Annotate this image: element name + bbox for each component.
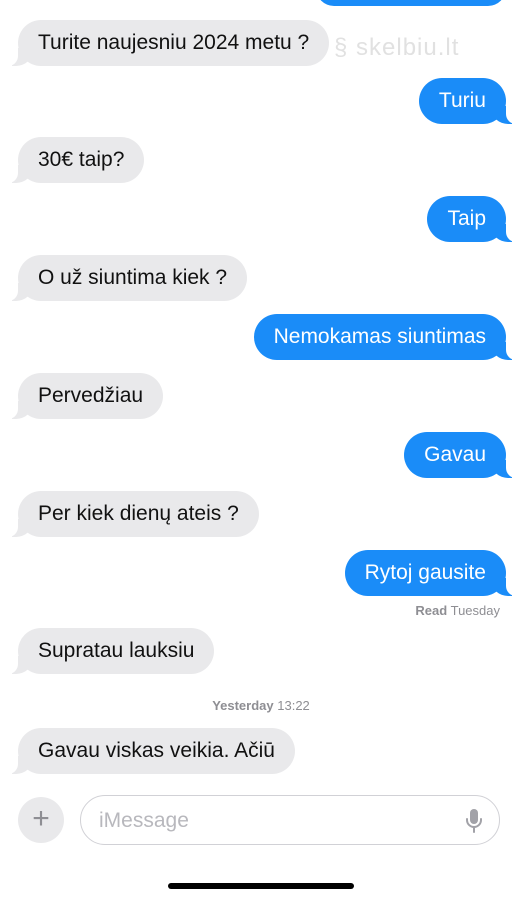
message-bubble[interactable]: Nemokamas siuntimas bbox=[253, 314, 517, 360]
imessage-input-container[interactable] bbox=[80, 795, 500, 845]
message-bubble[interactable]: Taip bbox=[427, 196, 516, 242]
message-bubble[interactable]: Gavau bbox=[404, 432, 516, 478]
conversation-timestamp: Yesterday 13:22 bbox=[0, 698, 522, 713]
message-bubble[interactable]: Supratau lauksiu bbox=[7, 628, 215, 674]
message-bubble[interactable]: Gavau viskas veikia. Ačiū bbox=[8, 728, 295, 774]
message-bubble[interactable]: Per kiek dienų ateis ? bbox=[8, 491, 259, 537]
message-thread[interactable]: § skelbiu.lt Turite naujesniu 2024 metu … bbox=[0, 0, 522, 790]
message-bubble[interactable]: 30€ taip? bbox=[7, 137, 145, 183]
timestamp-time: 13:22 bbox=[277, 698, 310, 713]
read-receipt-day: Tuesday bbox=[450, 603, 500, 618]
message-input[interactable] bbox=[97, 796, 441, 845]
message-bubble[interactable]: Turiu bbox=[418, 78, 517, 124]
home-indicator[interactable] bbox=[168, 883, 354, 889]
timestamp-day: Yesterday bbox=[212, 698, 274, 713]
partial-outgoing-bubble bbox=[316, 0, 506, 6]
apps-plus-button[interactable]: + bbox=[18, 797, 64, 843]
read-receipt-label: Read bbox=[415, 603, 448, 618]
message-bubble[interactable]: Rytoj gausite bbox=[344, 550, 517, 596]
message-bubble[interactable]: O už siuntima kiek ? bbox=[7, 255, 248, 301]
watermark: § skelbiu.lt bbox=[334, 34, 460, 61]
microphone-icon[interactable] bbox=[465, 808, 483, 834]
read-receipt: Read Tuesday bbox=[415, 603, 500, 618]
message-bubble[interactable]: Turite naujesniu 2024 metu ? bbox=[7, 20, 330, 66]
message-bubble[interactable]: Pervedžiau bbox=[7, 373, 164, 419]
